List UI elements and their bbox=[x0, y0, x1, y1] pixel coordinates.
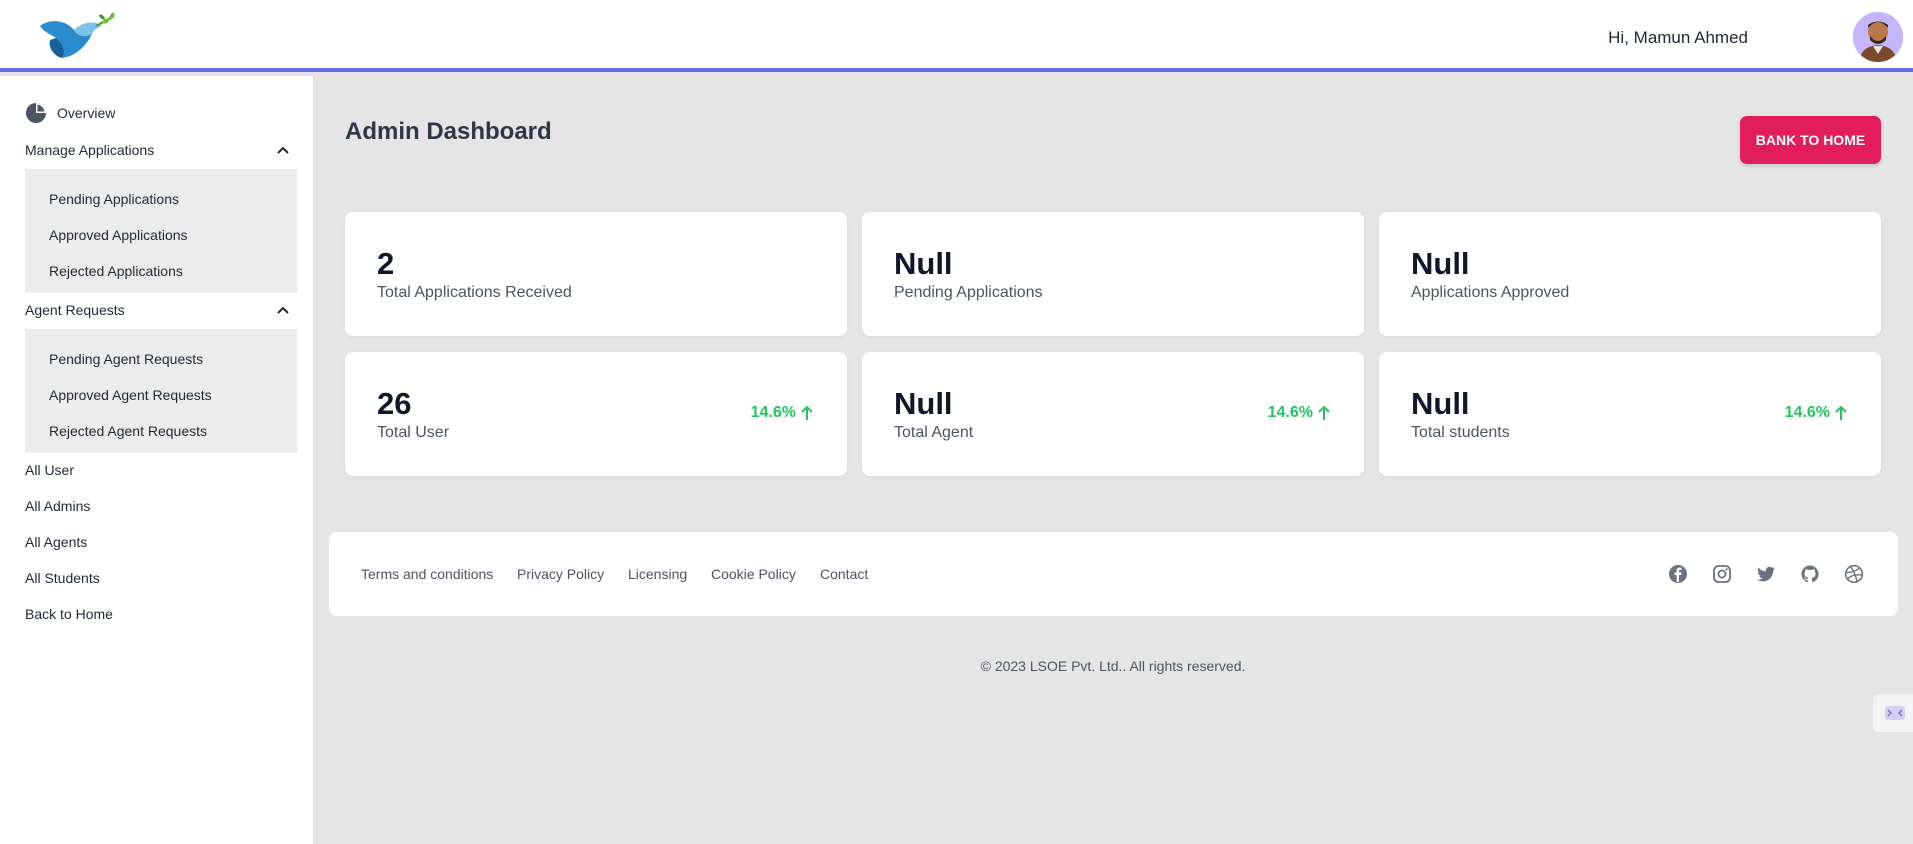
sidebar-section-manage-applications[interactable]: Manage Applications bbox=[25, 142, 290, 158]
stat-label: Total Agent bbox=[894, 424, 974, 441]
arrow-up-icon bbox=[1835, 405, 1847, 420]
sidebar-section-agent-requests[interactable]: Agent Requests bbox=[25, 302, 290, 318]
stat-label: Applications Approved bbox=[1411, 284, 1570, 301]
stat-value: 26 bbox=[377, 386, 412, 421]
copyright-text: © 2023 LSOE Pvt. Ltd.. All rights reserv… bbox=[980, 658, 1246, 674]
avatar-image bbox=[1853, 12, 1903, 62]
stat-value: 2 bbox=[377, 246, 395, 281]
sidebar-item-all-students[interactable]: All Students bbox=[25, 570, 100, 586]
facebook-icon[interactable] bbox=[1668, 564, 1688, 584]
widget-icon bbox=[1885, 706, 1905, 720]
sidebar-item-approved-applications[interactable]: Approved Applications bbox=[49, 227, 188, 243]
stat-card-total-applications: 2 Total Applications Received bbox=[345, 212, 847, 336]
sidebar-item-all-agents[interactable]: All Agents bbox=[25, 534, 87, 550]
top-header: Hi, Mamun Ahmed bbox=[0, 0, 1913, 72]
stat-label: Total User bbox=[377, 424, 450, 441]
page-title: Admin Dashboard bbox=[345, 118, 552, 145]
footer-link-privacy[interactable]: Privacy Policy bbox=[517, 566, 604, 582]
chevron-up-icon bbox=[277, 146, 289, 154]
stat-value: Null bbox=[894, 246, 953, 281]
submenu-agent-requests: Pending Agent Requests Approved Agent Re… bbox=[25, 329, 297, 453]
sidebar-item-pending-applications[interactable]: Pending Applications bbox=[49, 191, 179, 207]
stat-value: Null bbox=[1411, 386, 1470, 421]
logo-bird-icon[interactable] bbox=[36, 12, 124, 64]
sidebar-item-overview[interactable]: Overview bbox=[25, 102, 115, 124]
footer-link-cookie-policy[interactable]: Cookie Policy bbox=[711, 566, 796, 582]
footer-link-contact[interactable]: Contact bbox=[820, 566, 868, 582]
sidebar-item-all-user[interactable]: All User bbox=[25, 462, 74, 478]
submenu-manage-applications: Pending Applications Approved Applicatio… bbox=[25, 169, 297, 293]
stat-card-pending-applications: Null Pending Applications bbox=[862, 212, 1364, 336]
footer-link-licensing[interactable]: Licensing bbox=[628, 566, 687, 582]
sidebar-item-pending-agent-requests[interactable]: Pending Agent Requests bbox=[49, 351, 203, 367]
stat-card-total-agent: Null Total Agent 14.6% bbox=[862, 352, 1364, 476]
dribbble-icon[interactable] bbox=[1844, 564, 1864, 584]
section-label: Manage Applications bbox=[25, 142, 155, 158]
stat-card-total-user: 26 Total User 14.6% bbox=[345, 352, 847, 476]
pie-chart-icon bbox=[26, 103, 46, 123]
sidebar-item-rejected-agent-requests[interactable]: Rejected Agent Requests bbox=[49, 423, 207, 439]
stat-label: Total students bbox=[1411, 424, 1510, 441]
github-icon[interactable] bbox=[1800, 564, 1820, 584]
sidebar-item-label: Overview bbox=[57, 105, 116, 121]
stat-card-applications-approved: Null Applications Approved bbox=[1379, 212, 1881, 336]
sidebar-item-rejected-applications[interactable]: Rejected Applications bbox=[49, 263, 183, 279]
trend-indicator: 14.6% bbox=[751, 404, 813, 422]
stat-label: Total Applications Received bbox=[377, 284, 572, 301]
stat-value: Null bbox=[1411, 246, 1470, 281]
section-label: Agent Requests bbox=[25, 302, 125, 318]
back-to-home-button[interactable]: BANK TO HOME bbox=[1740, 116, 1881, 164]
user-greeting: Hi, Mamun Ahmed bbox=[1608, 28, 1748, 47]
trend-value: 14.6% bbox=[1267, 404, 1313, 421]
sidebar-item-all-admins[interactable]: All Admins bbox=[25, 498, 90, 514]
trend-indicator: 14.6% bbox=[1785, 404, 1847, 422]
footer-link-terms[interactable]: Terms and conditions bbox=[361, 566, 493, 582]
stat-value: Null bbox=[894, 386, 953, 421]
avatar[interactable] bbox=[1853, 12, 1903, 62]
stat-card-total-students: Null Total students 14.6% bbox=[1379, 352, 1881, 476]
chevron-up-icon bbox=[277, 306, 289, 314]
floating-widget-tab[interactable] bbox=[1873, 694, 1913, 732]
sidebar-item-back-to-home[interactable]: Back to Home bbox=[25, 606, 113, 622]
footer: Terms and conditions Privacy Policy Lice… bbox=[329, 532, 1898, 616]
stat-label: Pending Applications bbox=[894, 284, 1043, 301]
arrow-up-icon bbox=[801, 405, 813, 420]
trend-value: 14.6% bbox=[1784, 404, 1830, 421]
instagram-icon[interactable] bbox=[1712, 564, 1732, 584]
twitter-icon[interactable] bbox=[1756, 564, 1776, 584]
trend-indicator: 14.6% bbox=[1268, 404, 1330, 422]
trend-value: 14.6% bbox=[750, 404, 796, 421]
sidebar-item-approved-agent-requests[interactable]: Approved Agent Requests bbox=[49, 387, 212, 403]
sidebar: Overview Manage Applications Pending App… bbox=[0, 76, 313, 844]
arrow-up-icon bbox=[1318, 405, 1330, 420]
